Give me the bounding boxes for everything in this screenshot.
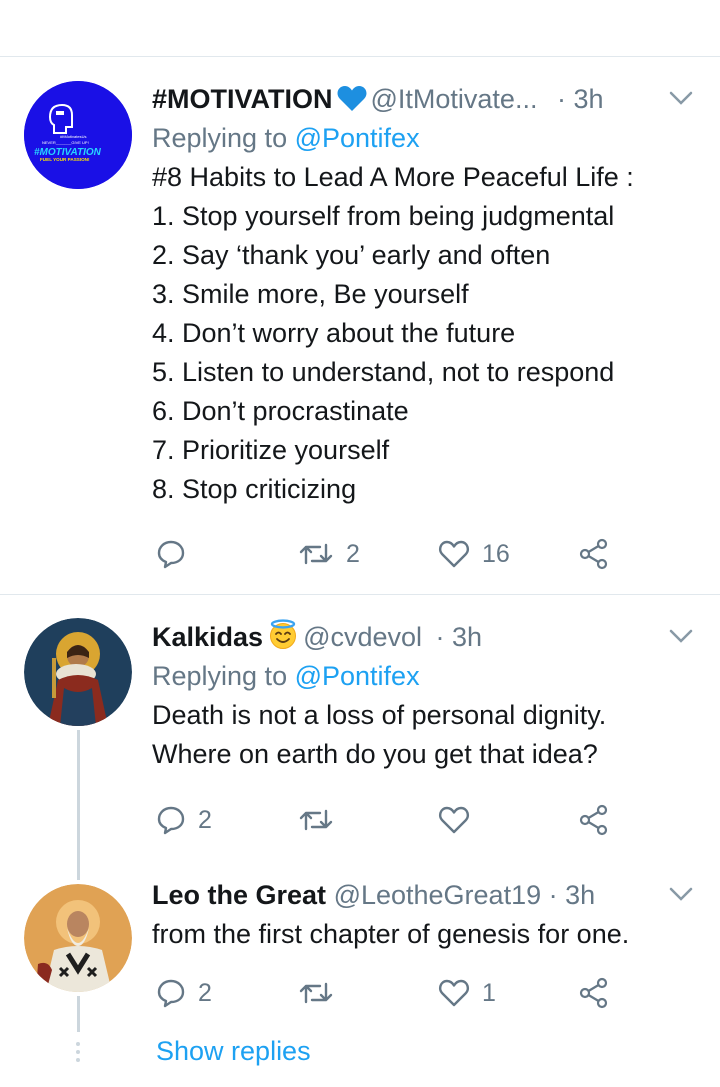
tweet-text: from the first chapter of genesis for on…: [152, 919, 630, 949]
share-icon: [578, 804, 610, 836]
heart-icon: [438, 805, 470, 835]
avatar-leo-the-great[interactable]: [24, 884, 132, 992]
tweet-content: #MOTIVATION @ItMotivate... · 3h Replying …: [152, 79, 700, 509]
handle[interactable]: @cvdevol: [303, 622, 422, 652]
tweet-header: Leo the Great @LeotheGreat19 · 3h: [152, 875, 700, 915]
tweet-content: Leo the Great @LeotheGreat19 · 3h from t…: [152, 875, 700, 954]
like-button[interactable]: 16: [438, 534, 510, 574]
heart-icon: [438, 978, 470, 1008]
share-icon: [578, 977, 610, 1009]
timestamp: · 3h: [556, 84, 604, 114]
reply-button[interactable]: [156, 534, 186, 574]
smiling-face-with-halo-icon: [267, 618, 299, 661]
retweet-icon: [298, 539, 334, 569]
share-button[interactable]: [578, 973, 610, 1013]
avatar-line-2: NEVER_______GIVE UP!: [42, 140, 89, 145]
avatar-kalkidas[interactable]: [24, 618, 132, 726]
handle[interactable]: @ItMotivate...: [371, 84, 538, 114]
timestamp: · 3h: [435, 622, 483, 652]
like-button[interactable]: 1: [438, 973, 496, 1013]
share-icon: [578, 538, 610, 570]
avatar-motivation[interactable]: #ItMotivatesUs NEVER_______GIVE UP! #MOT…: [24, 81, 132, 189]
tweet-header: Kalkidas @cvdevol · 3h: [152, 617, 700, 657]
reply-button[interactable]: 2: [156, 973, 212, 1013]
heart-icon: [438, 539, 470, 569]
thread-line: [77, 730, 80, 880]
tweet-actions: 2 16: [152, 534, 632, 574]
replying-to: Replying to @Pontifex: [152, 657, 700, 696]
display-name[interactable]: #MOTIVATION: [152, 84, 333, 114]
reply-button[interactable]: 2: [156, 800, 212, 840]
blue-heart-icon: [337, 83, 367, 123]
replying-to-link[interactable]: @Pontifex: [295, 661, 420, 691]
thread-line: [77, 996, 80, 1032]
thread-dots: [75, 1042, 81, 1066]
display-name[interactable]: Kalkidas: [152, 622, 263, 652]
tweet-header: #MOTIVATION @ItMotivate... · 3h: [152, 79, 700, 119]
display-name[interactable]: Leo the Great: [152, 880, 326, 910]
tweet-content: Kalkidas @cvdevol · 3h Replying to @Ponti…: [152, 617, 700, 774]
avatar-line-1: #ItMotivatesUs: [60, 134, 86, 139]
reply-count: 2: [198, 805, 212, 834]
reply-count: 2: [198, 978, 212, 1007]
chevron-down-icon[interactable]: [668, 79, 694, 130]
reply-icon: [156, 539, 186, 569]
show-replies-link[interactable]: Show replies: [156, 1036, 311, 1067]
tweet-text: #8 Habits to Lead A More Peaceful Life :…: [152, 162, 634, 504]
chevron-down-icon[interactable]: [668, 617, 694, 668]
retweet-button[interactable]: [298, 973, 334, 1013]
like-count: 1: [482, 978, 496, 1007]
avatar-line-4: FUEL YOUR PASSION!: [40, 157, 90, 162]
like-button[interactable]: [438, 800, 470, 840]
handle[interactable]: @LeotheGreat19: [334, 880, 542, 910]
tweet-actions: 2: [152, 800, 632, 840]
tweet-divider: [0, 594, 720, 595]
retweet-button[interactable]: [298, 800, 334, 840]
replying-to-link[interactable]: @Pontifex: [295, 123, 420, 153]
like-count: 16: [482, 539, 510, 568]
tweet-actions: 2 1: [152, 973, 632, 1013]
timestamp: · 3h: [548, 880, 596, 910]
retweet-count: 2: [346, 539, 360, 568]
reply-icon: [156, 978, 186, 1008]
retweet-icon: [298, 805, 334, 835]
replying-label: Replying to: [152, 123, 288, 153]
retweet-icon: [298, 978, 334, 1008]
share-button[interactable]: [578, 800, 610, 840]
retweet-button[interactable]: 2: [298, 534, 360, 574]
replying-to: Replying to @Pontifex: [152, 119, 700, 158]
tweet-text: Death is not a loss of personal dignity.…: [152, 700, 607, 769]
reply-icon: [156, 805, 186, 835]
chevron-down-icon[interactable]: [668, 875, 694, 926]
share-button[interactable]: [578, 534, 610, 574]
replying-label: Replying to: [152, 661, 288, 691]
top-divider: [0, 56, 720, 57]
